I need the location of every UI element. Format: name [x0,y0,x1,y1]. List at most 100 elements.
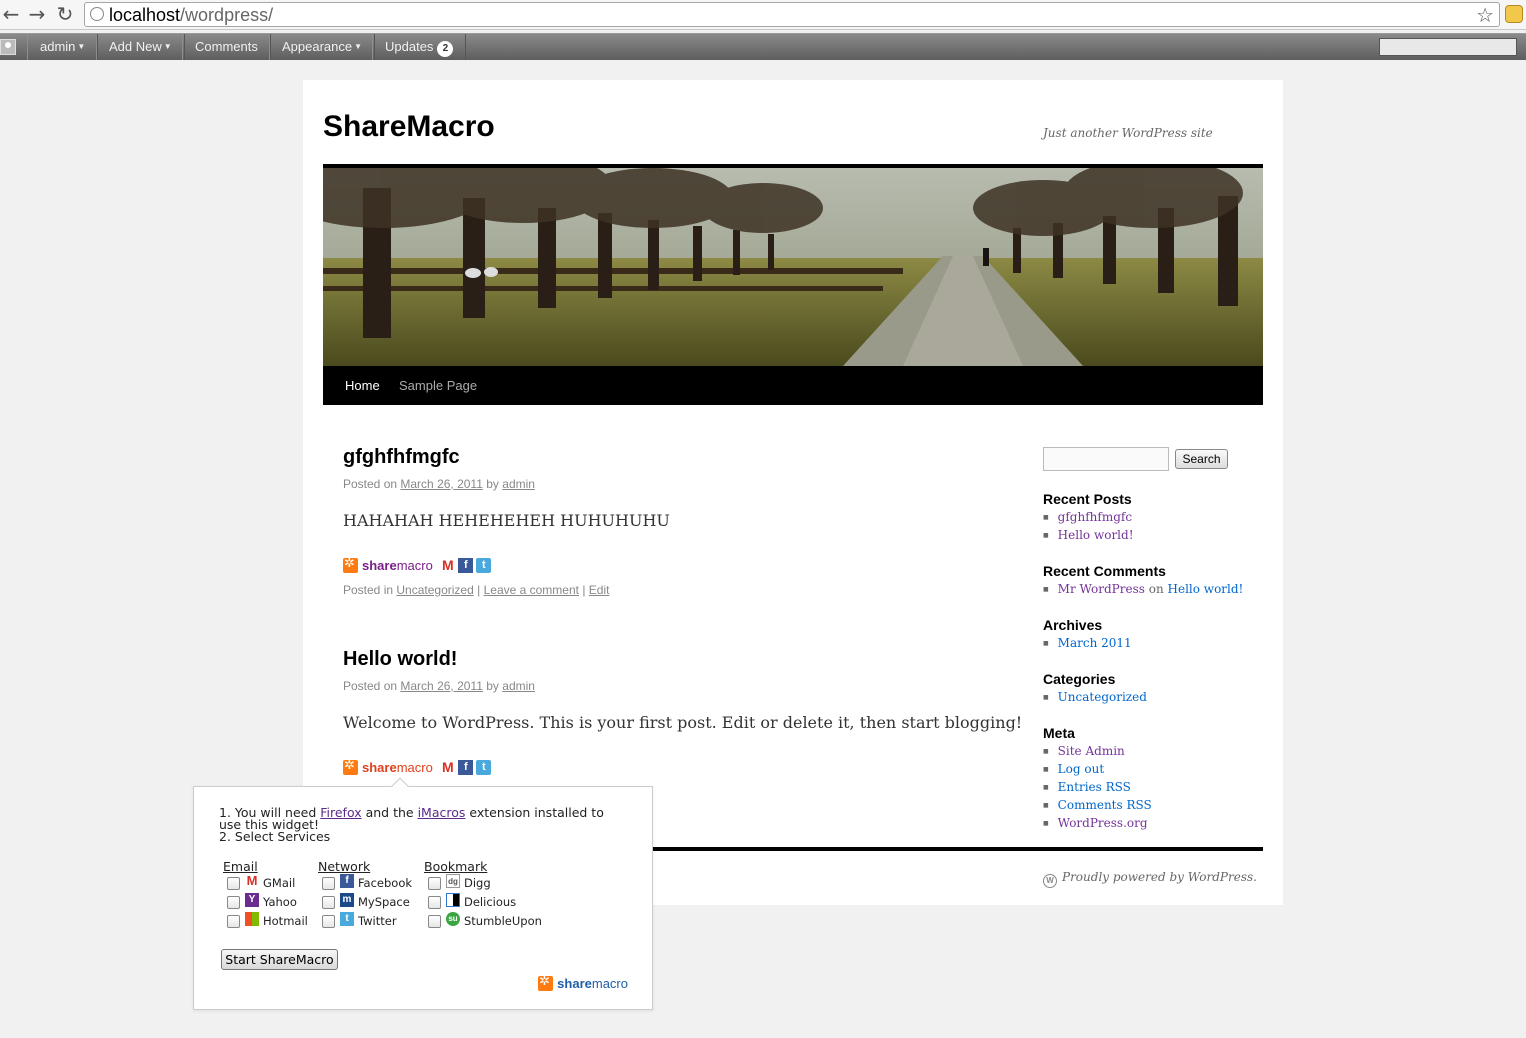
hotmail-checkbox[interactable] [227,915,240,928]
facebook-checkbox[interactable] [322,877,335,890]
list-item: WordPress.org [1043,814,1152,832]
sharemacro-wordmark: sharemacro [362,760,433,776]
post-meta: Posted on March 26, 2011 by admin [343,679,535,693]
extension-icon[interactable] [1505,5,1523,23]
facebook-icon[interactable]: f [458,760,474,776]
powered-by[interactable]: W Proudly powered by WordPress. [1043,870,1257,888]
twitter-icon[interactable]: t [476,558,492,574]
post-author-link[interactable]: admin [502,477,535,491]
service-option-yahoo[interactable]: Y Yahoo [227,892,297,910]
comment-post-link[interactable]: Hello world! [1168,582,1244,596]
gmail-icon[interactable]: M [440,558,456,574]
myspace-icon: m [340,892,354,907]
facebook-icon[interactable]: f [458,558,474,574]
site-admin-link[interactable]: Site Admin [1058,744,1125,758]
site-title[interactable]: ShareMacro [323,110,495,144]
category-link[interactable]: Uncategorized [396,583,473,597]
bookmark-star-icon[interactable]: ☆ [1476,3,1494,27]
comments-menu[interactable]: Comments [182,34,271,60]
list-item: March 2011 [1043,634,1132,652]
categories-heading: Categories [1043,671,1116,687]
back-icon[interactable]: ← [0,3,22,25]
network-column-heading: Network [318,859,371,874]
address-bar[interactable]: localhost/wordpress/ ☆ [84,2,1500,27]
stumbleupon-checkbox[interactable] [428,915,441,928]
comment-author-link[interactable]: Mr WordPress [1058,582,1145,596]
service-option-facebook[interactable]: f Facebook [322,873,412,891]
appearance-menu[interactable]: Appearance ▼ [269,34,376,60]
comments-rss-link[interactable]: Comments RSS [1058,798,1152,812]
updates-menu[interactable]: Updates 2 [372,34,467,60]
sharemacro-bar[interactable]: sharemacro Mft [343,758,492,777]
post-author-link[interactable]: admin [502,679,535,693]
entries-rss-link[interactable]: Entries RSS [1058,780,1131,794]
service-option-delicious[interactable]: Delicious [428,892,516,910]
nav-item-sample-page[interactable]: Sample Page [399,366,477,406]
yahoo-checkbox[interactable] [227,896,240,909]
bookmark-column-heading: Bookmark [424,859,488,874]
post-title[interactable]: Hello world! [343,648,457,671]
list-item: Site Admin [1043,742,1152,760]
archive-link[interactable]: March 2011 [1058,636,1132,650]
nav-item-home[interactable]: Home [345,366,380,406]
post-title[interactable]: gfghfhfmgfc [343,446,460,469]
twitter-icon[interactable]: t [476,760,492,776]
list-item: Entries RSS [1043,778,1152,796]
wordpress-org-link[interactable]: WordPress.org [1058,816,1148,830]
log-out-link[interactable]: Log out [1058,762,1104,776]
service-option-twitter[interactable]: t Twitter [322,911,397,929]
recent-post-link[interactable]: Hello world! [1058,528,1134,542]
digg-checkbox[interactable] [428,877,441,890]
post-content: Welcome to WordPress. This is your first… [343,713,1023,732]
recent-comments-heading: Recent Comments [1043,563,1166,579]
post-date-link[interactable]: March 26, 2011 [400,679,483,693]
service-option-digg[interactable]: dg Digg [428,873,491,891]
sharemacro-bar[interactable]: sharemacro Mft [343,556,492,575]
sharemacro-popup: 1. You will need Firefox and the iMacros… [193,777,653,1010]
forward-icon[interactable]: → [26,3,48,25]
sharemacro-logo-icon [343,556,358,574]
sidebar-search-input[interactable] [1043,447,1169,471]
add-new-menu[interactable]: Add New ▼ [96,34,185,60]
post-utility: Posted in Uncategorized | Leave a commen… [343,583,610,597]
reload-icon[interactable]: ↻ [54,3,76,25]
sharemacro-logo-icon [538,974,554,991]
imacros-link[interactable]: iMacros [418,805,466,820]
service-option-stumbleupon[interactable]: su StumbleUpon [428,911,542,929]
post-date-link[interactable]: March 26, 2011 [400,477,483,491]
caret-down-icon: ▼ [354,42,363,51]
edit-link[interactable]: Edit [589,583,610,597]
list-item: Uncategorized [1043,688,1147,706]
service-option-gmail[interactable]: M GMail [227,873,295,891]
delicious-checkbox[interactable] [428,896,441,909]
sharemacro-wordmark: sharemacro [362,558,433,574]
archives-heading: Archives [1043,617,1103,633]
myspace-checkbox[interactable] [322,896,335,909]
yahoo-icon: Y [245,892,259,907]
post-content: HAHAHAH HEHEHEHEH HUHUHUHU [343,511,670,530]
start-sharemacro-button[interactable]: Start ShareMacro [221,949,338,970]
category-link[interactable]: Uncategorized [1058,690,1147,704]
recent-comments-list: Mr WordPress on Hello world! [1043,580,1244,598]
twitter-checkbox[interactable] [322,915,335,928]
caret-down-icon: ▼ [77,42,86,51]
recent-post-link[interactable]: gfghfhfmgfc [1058,510,1132,524]
gmail-icon[interactable]: M [440,760,456,776]
sharemacro-brand: sharemacro [538,973,628,992]
gmail-checkbox[interactable] [227,877,240,890]
url-text: localhost/wordpress/ [109,5,274,25]
recent-posts-list: gfghfhfmgfc Hello world! [1043,508,1134,544]
header-image [323,164,1263,366]
admin-search-input[interactable] [1379,38,1517,56]
firefox-link[interactable]: Firefox [320,805,361,820]
admin-user-menu[interactable]: admin ▼ [27,34,99,60]
sharemacro-wordmark: sharemacro [557,976,628,991]
service-option-hotmail[interactable]: Hotmail [227,911,308,929]
leave-comment-link[interactable]: Leave a comment [484,583,579,597]
list-item: gfghfhfmgfc [1043,508,1134,526]
sidebar-search-button[interactable]: Search [1175,449,1228,469]
service-option-myspace[interactable]: m MySpace [322,892,410,910]
wp-admin-bar: admin ▼ Add New ▼ Comments Appearance ▼ Upd… [0,33,1526,60]
list-item: Hello world! [1043,526,1134,544]
stumbleupon-icon: su [446,911,460,926]
